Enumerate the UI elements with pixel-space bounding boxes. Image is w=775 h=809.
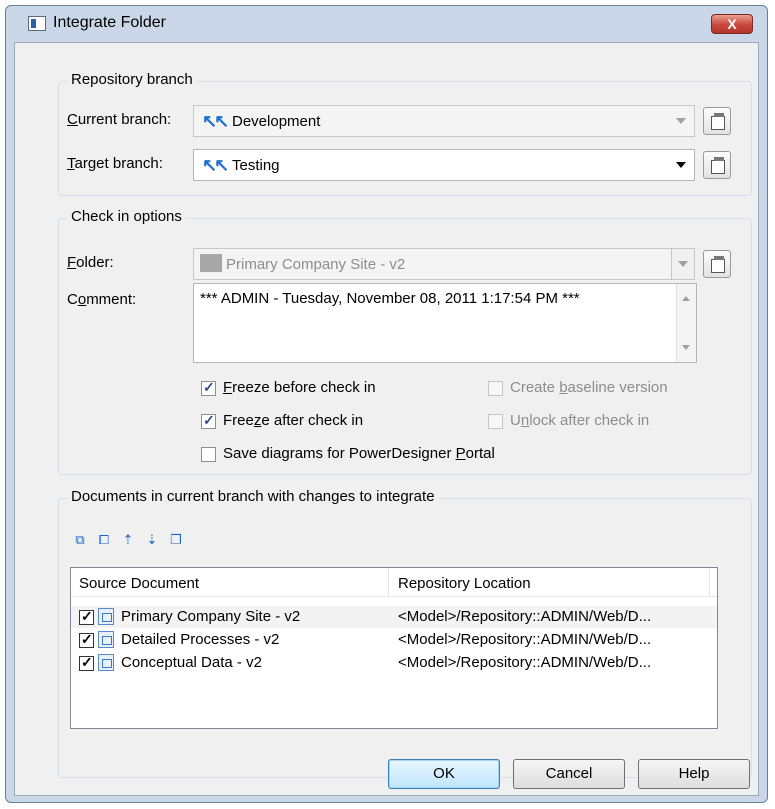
model-document-icon: [98, 631, 114, 648]
properties-icon[interactable]: ❐: [167, 531, 185, 549]
move-up-icon[interactable]: ⇡: [119, 531, 137, 549]
comment-textarea[interactable]: *** ADMIN - Tuesday, November 08, 2011 1…: [193, 283, 697, 363]
chevron-down-icon: [678, 261, 688, 267]
target-branch-select[interactable]: ↖↖ Testing: [193, 149, 695, 181]
create-baseline-checkbox[interactable]: [488, 381, 503, 396]
title-bar[interactable]: Integrate Folder X: [6, 6, 767, 42]
folder-value: Primary Company Site - v2: [226, 256, 406, 273]
cancel-button[interactable]: Cancel: [513, 759, 625, 789]
dialog-title: Integrate Folder: [53, 14, 166, 31]
folder-properties-button[interactable]: [703, 250, 731, 278]
documents-list[interactable]: Source Document Repository Location Prim…: [70, 567, 718, 729]
folder-icon: [200, 254, 222, 272]
row-repository-location: <Model>/Repository::ADMIN/Web/D...: [398, 654, 652, 671]
row-source-document: Detailed Processes - v2: [121, 631, 280, 648]
window-icon: [28, 16, 46, 31]
folder-label: Folder:: [67, 254, 114, 271]
comment-text: *** ADMIN - Tuesday, November 08, 2011 1…: [200, 290, 580, 307]
freeze-before-label[interactable]: Freeze before check in: [223, 379, 376, 396]
row-repository-location: <Model>/Repository::ADMIN/Web/D...: [398, 608, 652, 625]
row-repository-location: <Model>/Repository::ADMIN/Web/D...: [398, 631, 652, 648]
close-button[interactable]: X: [711, 14, 753, 34]
column-separator[interactable]: [388, 568, 389, 596]
row-source-document: Conceptual Data - v2: [121, 654, 262, 671]
table-row[interactable]: Conceptual Data - v2 <Model>/Repository:…: [71, 652, 717, 674]
column-repository-location[interactable]: Repository Location: [398, 575, 531, 592]
row-checkbox[interactable]: [79, 631, 94, 648]
create-baseline-label[interactable]: Create baseline version: [510, 379, 668, 396]
column-separator[interactable]: [709, 568, 710, 596]
chevron-down-icon: [676, 118, 686, 124]
table-row[interactable]: Detailed Processes - v2 <Model>/Reposito…: [71, 629, 717, 651]
help-button[interactable]: Help: [638, 759, 750, 789]
scroll-down-icon[interactable]: [682, 345, 690, 350]
chevron-down-icon: [676, 162, 686, 168]
unlock-after-label[interactable]: Unlock after check in: [510, 412, 649, 429]
model-document-icon: [98, 608, 114, 625]
integrate-folder-dialog: Integrate Folder X Repository branch Cur…: [5, 5, 768, 803]
freeze-after-checkbox[interactable]: [201, 412, 216, 429]
target-branch-properties-button[interactable]: [703, 151, 731, 179]
save-diagrams-label[interactable]: Save diagrams for PowerDesigner Portal: [223, 445, 495, 462]
documents-label: Documents in current branch with changes…: [67, 488, 439, 505]
dialog-client-area: Repository branch Current branch: ↖↖ Dev…: [14, 42, 759, 796]
ok-button[interactable]: OK: [388, 759, 500, 789]
current-branch-value: Development: [232, 113, 321, 130]
table-row[interactable]: Primary Company Site - v2 <Model>/Reposi…: [71, 606, 717, 628]
model-document-icon: [98, 654, 114, 671]
row-checkbox[interactable]: [79, 654, 94, 671]
branch-icon: ↖↖: [202, 111, 229, 131]
current-branch-label: Current branch:: [67, 111, 172, 128]
target-branch-value: Testing: [232, 157, 280, 174]
select-all-icon[interactable]: ⧉: [71, 531, 89, 549]
row-source-document: Primary Company Site - v2: [121, 608, 301, 625]
freeze-before-checkbox[interactable]: [201, 379, 216, 396]
folder-dropdown-arrow[interactable]: [671, 249, 694, 279]
repository-branch-label: Repository branch: [67, 71, 197, 88]
move-down-icon[interactable]: ⇣: [143, 531, 161, 549]
check-in-options-label: Check in options: [67, 208, 186, 225]
save-diagrams-checkbox[interactable]: [201, 447, 216, 462]
current-branch-select[interactable]: ↖↖ Development: [193, 105, 695, 137]
column-source-document[interactable]: Source Document: [79, 575, 199, 592]
deselect-all-icon[interactable]: ⧠: [95, 531, 113, 549]
list-header: Source Document Repository Location: [71, 568, 717, 597]
comment-scrollbar[interactable]: [676, 284, 696, 362]
unlock-after-checkbox[interactable]: [488, 414, 503, 429]
folder-select[interactable]: Primary Company Site - v2: [193, 248, 695, 280]
target-branch-label: Target branch:: [67, 155, 163, 172]
current-branch-properties-button[interactable]: [703, 107, 731, 135]
scroll-up-icon[interactable]: [682, 296, 690, 301]
row-checkbox[interactable]: [79, 608, 94, 625]
comment-label: Comment:: [67, 291, 137, 308]
freeze-after-label[interactable]: Freeze after check in: [223, 412, 363, 429]
branch-icon: ↖↖: [202, 155, 229, 175]
